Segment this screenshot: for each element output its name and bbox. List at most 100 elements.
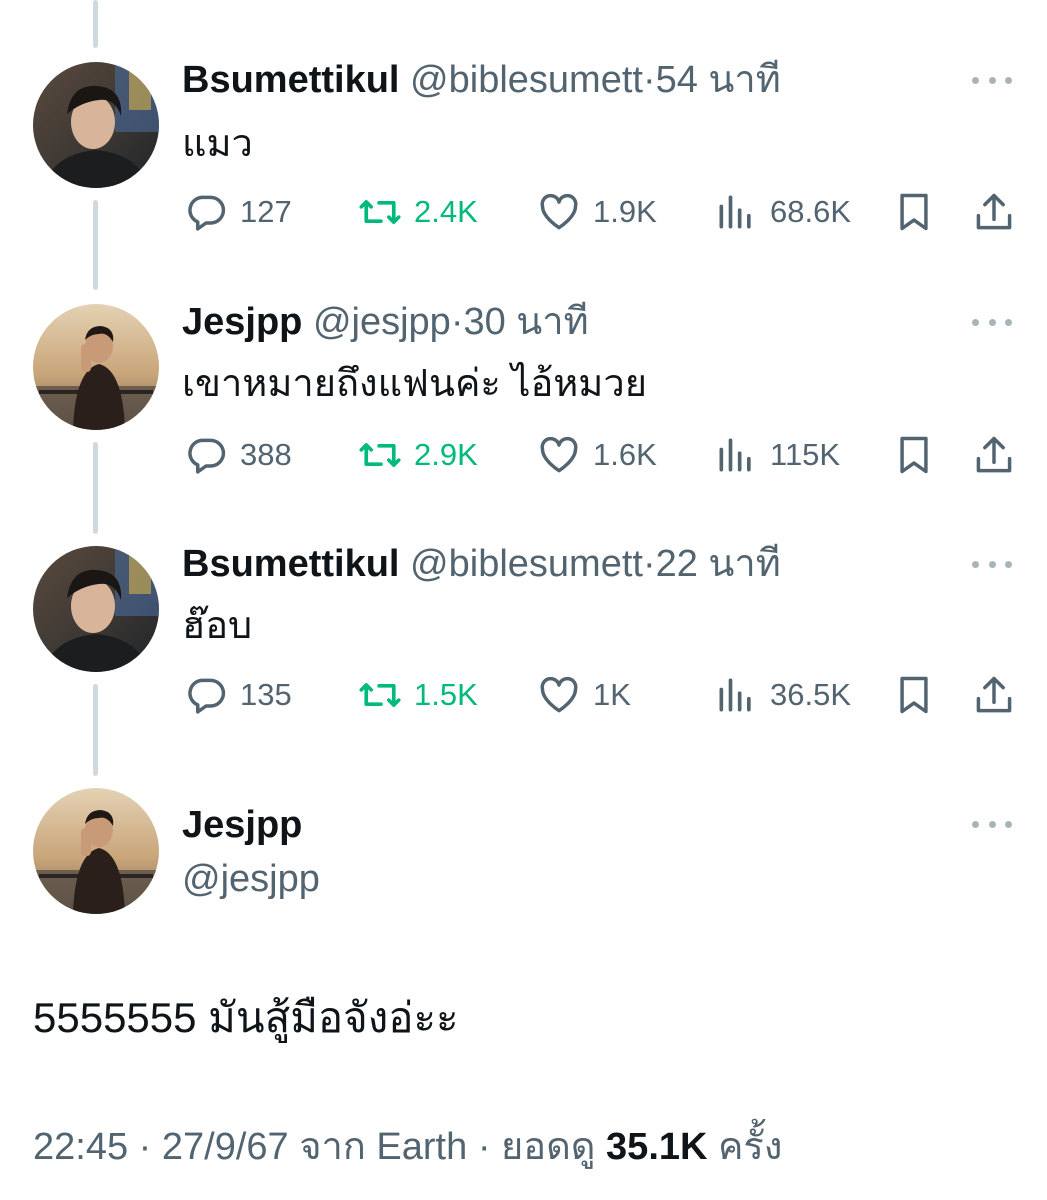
more-dots-icon <box>988 76 996 84</box>
retweet-button[interactable]: 2.4K <box>358 187 478 237</box>
views-count: 68.6K <box>770 194 852 229</box>
bookmark-icon <box>900 676 928 714</box>
tweet-actions: 135 1.5K 1K 36.5K <box>0 670 1047 720</box>
timestamp[interactable]: 54 นาที <box>656 59 781 101</box>
like-count: 1.9K <box>593 194 657 229</box>
more-options-button[interactable] <box>972 315 1012 329</box>
tweet-header: Bsumettikul @biblesumett·22 นาที <box>182 542 781 586</box>
avatar[interactable] <box>33 304 159 430</box>
separator-dot: · <box>642 59 656 101</box>
retweet-count: 1.5K <box>414 677 478 712</box>
reply-button[interactable]: 127 <box>184 187 292 237</box>
more-dots-icon <box>988 318 996 326</box>
retweet-icon <box>359 683 401 707</box>
more-dots-icon <box>972 318 979 326</box>
like-button[interactable]: 1.6K <box>537 430 657 480</box>
tweet-header: Bsumettikul @biblesumett·54 นาที <box>182 58 781 102</box>
display-name[interactable]: Jesjpp <box>182 301 302 343</box>
views-count[interactable]: 35.1K <box>606 1126 707 1168</box>
display-name[interactable]: Bsumettikul <box>182 59 399 101</box>
post-time[interactable]: 22:45 <box>33 1126 128 1168</box>
separator-dot: · <box>642 543 656 585</box>
like-count: 1K <box>593 677 631 712</box>
retweet-count: 2.4K <box>414 194 478 229</box>
more-dots-icon <box>988 820 996 828</box>
user-handle[interactable]: @biblesumett <box>410 543 643 585</box>
views-button[interactable]: 36.5K <box>714 670 851 720</box>
reply-count: 388 <box>240 437 292 472</box>
more-dots-icon <box>972 560 979 568</box>
more-options-button[interactable] <box>972 817 1012 831</box>
reply-bubble-icon <box>188 678 226 714</box>
like-button[interactable]: 1.9K <box>537 187 657 237</box>
more-options-button[interactable] <box>972 73 1012 87</box>
bookmark-icon <box>900 193 928 231</box>
avatar[interactable] <box>33 546 159 672</box>
reply-button[interactable]: 388 <box>184 430 292 480</box>
thread-view: Bsumettikul @biblesumett·54 นาที แมว 127… <box>0 0 1047 1200</box>
more-dots-icon <box>1005 820 1012 828</box>
tweet-text: 5555555 มันสู้มือจังอ่ะะ <box>33 994 459 1041</box>
share-button[interactable] <box>972 670 1016 720</box>
tweet-text: เขาหมายถึงแฟนค่ะ ไอ้หมวย <box>182 363 647 405</box>
views-count: 36.5K <box>770 677 852 712</box>
avatar[interactable] <box>33 788 159 914</box>
bookmark-button[interactable] <box>892 670 936 720</box>
more-options-button[interactable] <box>972 557 1012 571</box>
reply-count: 127 <box>240 194 292 229</box>
tweet-actions: 388 2.9K 1.6K 115K <box>0 430 1047 480</box>
tweet-actions: 127 2.4K 1.9K 68.6K <box>0 187 1047 237</box>
source-location[interactable]: Earth <box>376 1126 467 1168</box>
user-handle[interactable]: @jesjpp <box>182 856 320 902</box>
views-bars-icon <box>719 195 751 229</box>
source-prefix: จาก <box>299 1126 366 1168</box>
reply-bubble-icon <box>188 195 226 231</box>
timestamp[interactable]: 22 นาที <box>656 543 781 585</box>
views-bars-icon <box>719 678 751 712</box>
more-dots-icon <box>1005 318 1012 326</box>
heart-icon <box>540 676 578 713</box>
views-bars-icon <box>719 438 751 472</box>
more-dots-icon <box>1005 76 1012 84</box>
bookmark-button[interactable] <box>892 430 936 480</box>
user-handle[interactable]: @biblesumett <box>410 59 643 101</box>
avatar[interactable] <box>33 62 159 188</box>
retweet-count: 2.9K <box>414 437 478 472</box>
retweet-icon <box>359 200 401 224</box>
retweet-icon <box>359 443 401 467</box>
more-dots-icon <box>1005 560 1012 568</box>
display-name[interactable]: Bsumettikul <box>182 543 399 585</box>
reply-button[interactable]: 135 <box>184 670 292 720</box>
user-handle[interactable]: @jesjpp <box>313 301 451 343</box>
post-date[interactable]: 27/9/67 <box>162 1126 289 1168</box>
views-button[interactable]: 115K <box>714 430 840 480</box>
more-dots-icon <box>972 76 979 84</box>
share-upload-icon <box>976 436 1012 473</box>
display-name[interactable]: Jesjpp <box>182 802 302 848</box>
separator-dot: · <box>477 1126 491 1168</box>
like-button[interactable]: 1K <box>537 670 631 720</box>
tweet-meta: 22:45 · 27/9/67 จาก Earth · ยอดดู 35.1K … <box>33 1124 782 1170</box>
views-suffix: ครั้ง <box>718 1126 783 1168</box>
views-count: 115K <box>770 437 841 472</box>
timestamp[interactable]: 30 นาที <box>463 301 588 343</box>
share-button[interactable] <box>972 187 1016 237</box>
share-upload-icon <box>976 676 1012 713</box>
share-button[interactable] <box>972 430 1016 480</box>
retweet-button[interactable]: 1.5K <box>358 670 478 720</box>
views-button[interactable]: 68.6K <box>714 187 851 237</box>
like-count: 1.6K <box>593 437 657 472</box>
reply-count: 135 <box>240 677 292 712</box>
tweet-text: แมว <box>182 123 253 165</box>
more-dots-icon <box>988 560 996 568</box>
tweet-header: Jesjpp @jesjpp·30 นาที <box>182 300 589 344</box>
more-dots-icon <box>972 820 979 828</box>
bookmark-icon <box>900 436 928 474</box>
share-upload-icon <box>976 193 1012 230</box>
retweet-button[interactable]: 2.9K <box>358 430 478 480</box>
tweet-text: ฮ๊อบ <box>182 605 253 647</box>
heart-icon <box>540 436 578 473</box>
separator-dot: · <box>450 301 464 343</box>
bookmark-button[interactable] <box>892 187 936 237</box>
separator-dot: · <box>138 1126 152 1168</box>
